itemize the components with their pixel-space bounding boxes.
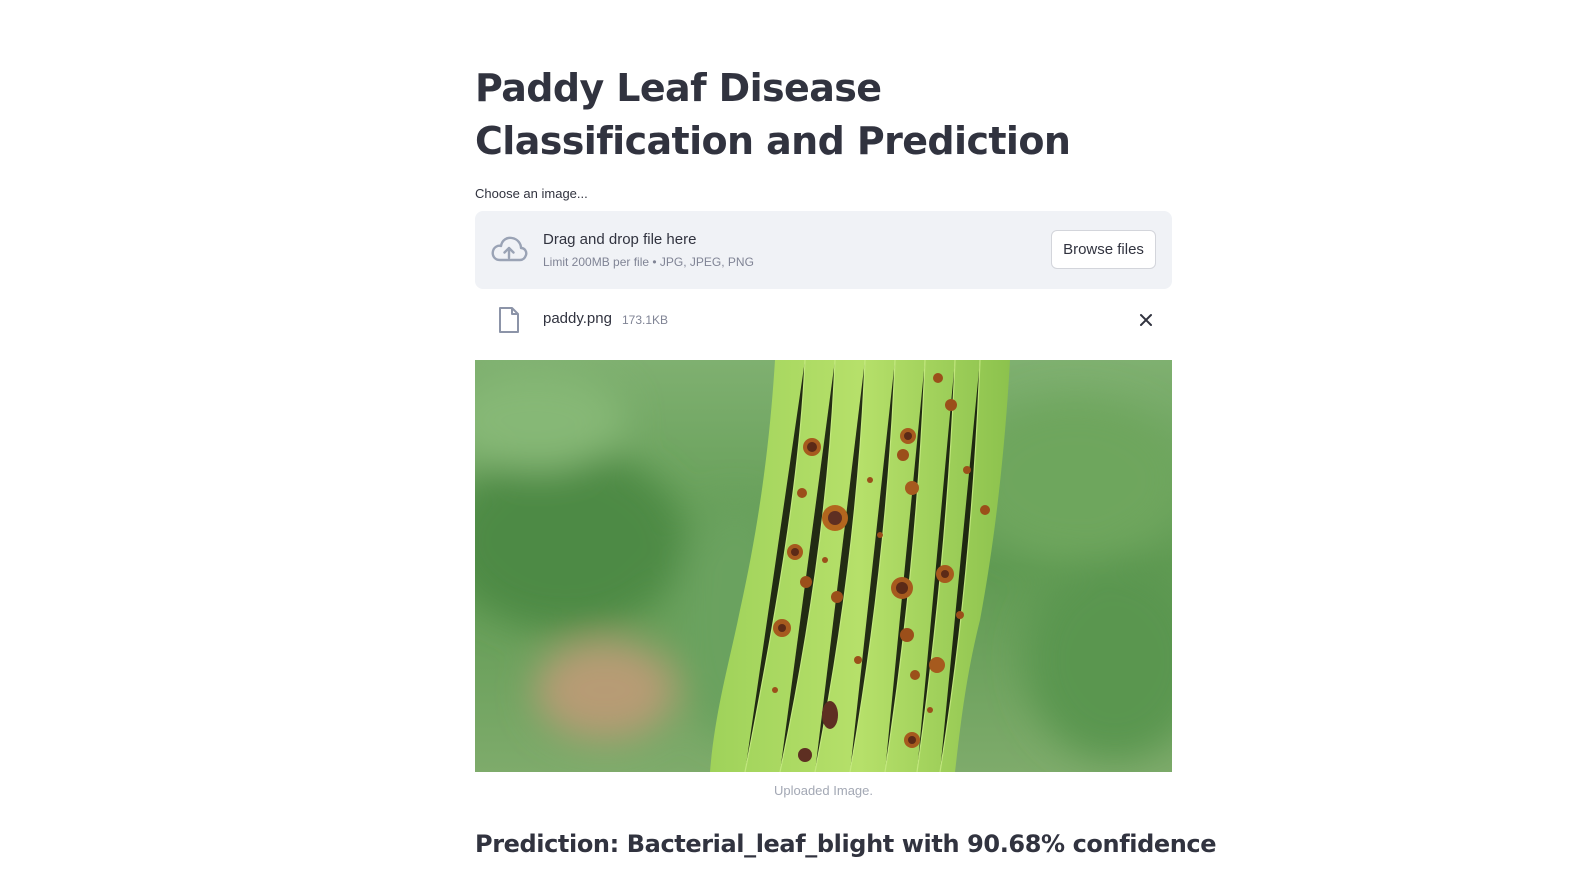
uploaded-file-row: paddy.png 173.1KB [475,300,1172,340]
image-caption: Uploaded Image. [773,783,873,798]
file-size: 173.1KB [622,313,669,327]
prediction-result: Prediction: Bacterial_leaf_blight with 9… [475,830,1217,858]
file-name: paddy.png [543,310,612,327]
dropzone-instructions: Drag and drop file here Limit 200MB per … [543,230,754,270]
leaf-photo [475,360,1172,772]
limit-text: Limit 200MB per file • JPG, JPEG, PNG [543,255,754,269]
drop-text: Drag and drop file here [543,231,697,248]
uploader-label: Choose an image... [475,186,588,201]
page-title: Paddy Leaf Disease Classification and Pr… [475,66,1071,163]
cloud-upload-icon [491,236,528,262]
remove-file-button[interactable] [1135,309,1157,331]
file-dropzone[interactable]: Drag and drop file here Limit 200MB per … [475,211,1172,289]
uploaded-image [475,360,1172,772]
browse-files-button[interactable]: Browse files [1051,230,1156,269]
file-icon [499,307,519,333]
close-icon [1140,314,1152,326]
